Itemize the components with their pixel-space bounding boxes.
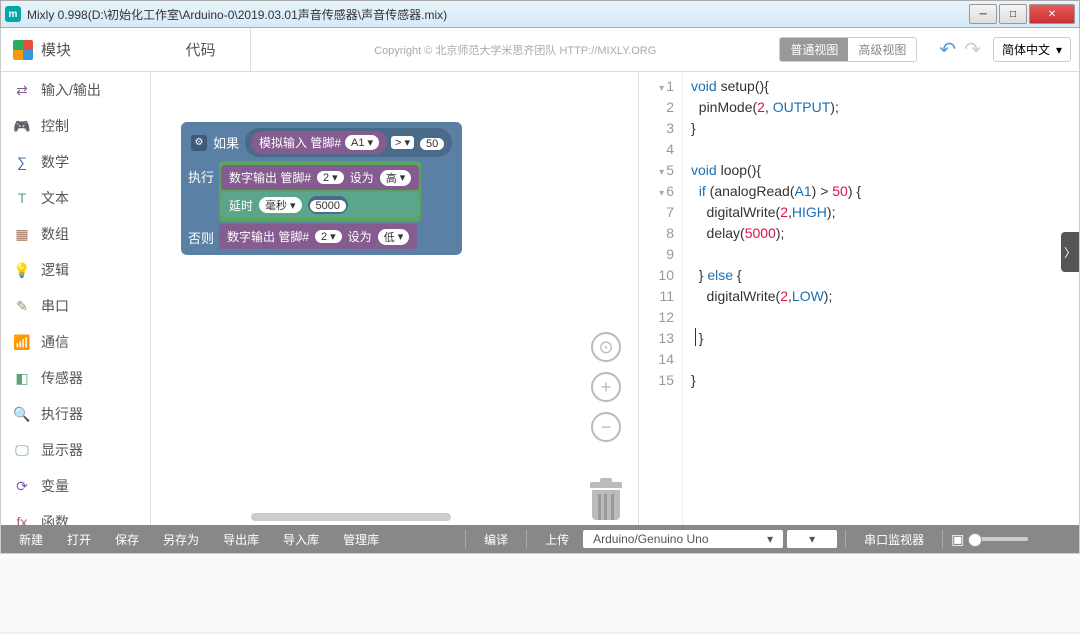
category-控制[interactable]: 🎮控制 — [1, 108, 150, 144]
category-显示器[interactable]: 🖵显示器 — [1, 432, 150, 468]
category-icon: ◧ — [13, 369, 31, 387]
category-执行器[interactable]: 🔍执行器 — [1, 396, 150, 432]
digital-write-low[interactable]: 数字输出 管脚# 2 ▾ 设为 低 ▾ — [219, 224, 417, 249]
workspace-scrollbar[interactable] — [251, 513, 451, 521]
gear-icon[interactable]: ⚙ — [191, 135, 207, 151]
cursor — [695, 328, 696, 346]
close-button[interactable]: ✕ — [1029, 4, 1075, 24]
category-文本[interactable]: T文本 — [1, 180, 150, 216]
category-sidebar: ⇄输入/输出🎮控制∑数学T文本▦数组💡逻辑✎串口📶通信◧传感器🔍执行器🖵显示器⟳… — [1, 72, 151, 525]
else-label: 否则 — [183, 222, 219, 253]
collapse-tab[interactable]: 〉 — [1061, 232, 1079, 272]
condition-block[interactable]: 模拟输入 管脚# A1 ▾ > ▾ 50 — [245, 128, 452, 157]
unit-dropdown-ms[interactable]: 毫秒 ▾ — [259, 197, 302, 213]
category-函数[interactable]: fx函数 — [1, 504, 150, 525]
delay-value[interactable]: 5000 — [310, 200, 346, 212]
digital-write-high[interactable]: 数字输出 管脚# 2 ▾ 设为 高 ▾ — [221, 165, 419, 190]
category-icon: 🎮 — [13, 117, 31, 135]
view-normal[interactable]: 普通视图 — [780, 38, 848, 61]
toolbar-footer: 新建 打开 保存 另存为 导出库 导入库 管理库 编译 上传 Arduino/G… — [1, 525, 1079, 553]
category-icon: ⇄ — [13, 81, 31, 99]
code-tab[interactable]: 代码 — [151, 28, 251, 71]
value-dropdown-low[interactable]: 低 ▾ — [378, 229, 410, 245]
category-icon: T — [13, 189, 31, 207]
pin-dropdown-2b[interactable]: 2 ▾ — [315, 230, 342, 243]
value-dropdown-high[interactable]: 高 ▾ — [380, 170, 412, 186]
do-label: 执行 — [183, 161, 219, 192]
app-icon: m — [5, 6, 21, 22]
export-button[interactable]: 导出库 — [213, 528, 269, 551]
category-icon: ▦ — [13, 225, 31, 243]
blockly-workspace[interactable]: ⚙ 如果 模拟输入 管脚# A1 ▾ > ▾ 50 执行 — [151, 72, 639, 525]
compare-op[interactable]: > ▾ — [391, 136, 414, 149]
modules-tab[interactable]: 模块 — [1, 39, 151, 60]
modules-label: 模块 — [41, 39, 71, 60]
code-editor[interactable]: ▾1234▾5▾6789101112131415 void setup(){ p… — [639, 72, 1079, 525]
serial-monitor-button[interactable]: 串口监视器 — [854, 528, 934, 551]
save-as-button[interactable]: 另存为 — [153, 528, 209, 551]
category-icon: ∑ — [13, 153, 31, 171]
category-数学[interactable]: ∑数学 — [1, 144, 150, 180]
view-toggle[interactable]: 普通视图 高级视图 — [779, 37, 917, 62]
maximize-button[interactable]: □ — [999, 4, 1027, 24]
zoom-out-button[interactable]: − — [591, 412, 621, 442]
import-button[interactable]: 导入库 — [273, 528, 329, 551]
window-title: Mixly 0.998(D:\初始化工作室\Arduino-0\2019.03.… — [27, 6, 969, 23]
save-button[interactable]: 保存 — [105, 528, 149, 551]
upload-button[interactable]: 上传 — [535, 528, 579, 551]
category-icon: ✎ — [13, 297, 31, 315]
window-titlebar: m Mixly 0.998(D:\初始化工作室\Arduino-0\2019.0… — [0, 0, 1080, 28]
category-逻辑[interactable]: 💡逻辑 — [1, 252, 150, 288]
category-icon: ⟳ — [13, 477, 31, 495]
category-数组[interactable]: ▦数组 — [1, 216, 150, 252]
category-icon: 🔍 — [13, 405, 31, 423]
chevron-down-icon: ▾ — [767, 532, 773, 546]
category-icon: fx — [13, 513, 31, 525]
chip-icon[interactable]: ▣ — [951, 531, 964, 548]
language-select[interactable]: 简体中文 ▾ — [993, 37, 1071, 62]
category-传感器[interactable]: ◧传感器 — [1, 360, 150, 396]
category-变量[interactable]: ⟳变量 — [1, 468, 150, 504]
category-icon: 📶 — [13, 333, 31, 351]
code-text[interactable]: void setup(){ pinMode(2, OUTPUT); } void… — [683, 72, 1079, 525]
category-icon: 💡 — [13, 261, 31, 279]
zoom-in-button[interactable]: + — [591, 372, 621, 402]
line-gutter: ▾1234▾5▾6789101112131415 — [639, 72, 683, 525]
port-select[interactable]: ▾ — [787, 530, 837, 548]
category-输入/输出[interactable]: ⇄输入/输出 — [1, 72, 150, 108]
category-通信[interactable]: 📶通信 — [1, 324, 150, 360]
undo-button[interactable]: ↶ — [939, 37, 956, 62]
category-icon: 🖵 — [13, 441, 31, 459]
open-button[interactable]: 打开 — [57, 528, 101, 551]
category-串口[interactable]: ✎串口 — [1, 288, 150, 324]
if-label: 如果 — [213, 133, 239, 152]
copyright-text: Copyright © 北京师范大学米思齐团队 HTTP://MIXLY.ORG — [251, 42, 779, 58]
pin-dropdown-a1[interactable]: A1 ▾ — [345, 135, 379, 150]
minimize-button[interactable]: ─ — [969, 4, 997, 24]
trash-icon[interactable] — [590, 482, 622, 522]
analog-input-block[interactable]: 模拟输入 管脚# A1 ▾ — [251, 131, 387, 154]
app-header: 模块 代码 Copyright © 北京师范大学米思齐团队 HTTP://MIX… — [1, 28, 1079, 72]
pin-dropdown-2a[interactable]: 2 ▾ — [317, 171, 344, 184]
board-select[interactable]: Arduino/Genuino Uno▾ — [583, 530, 783, 548]
compile-button[interactable]: 编译 — [474, 528, 518, 551]
zoom-slider[interactable] — [968, 537, 1028, 541]
redo-button[interactable]: ↷ — [964, 37, 981, 62]
delay-block[interactable]: 延时 毫秒 ▾ 5000 — [221, 192, 419, 218]
chevron-down-icon: ▾ — [1056, 43, 1062, 57]
block-stack[interactable]: ⚙ 如果 模拟输入 管脚# A1 ▾ > ▾ 50 执行 — [181, 122, 462, 255]
puzzle-icon — [13, 40, 33, 60]
view-advanced[interactable]: 高级视图 — [848, 38, 916, 61]
manage-button[interactable]: 管理库 — [333, 528, 389, 551]
threshold-block[interactable]: 50 — [418, 133, 446, 152]
new-button[interactable]: 新建 — [9, 528, 53, 551]
center-button[interactable]: ⊙ — [591, 332, 621, 362]
